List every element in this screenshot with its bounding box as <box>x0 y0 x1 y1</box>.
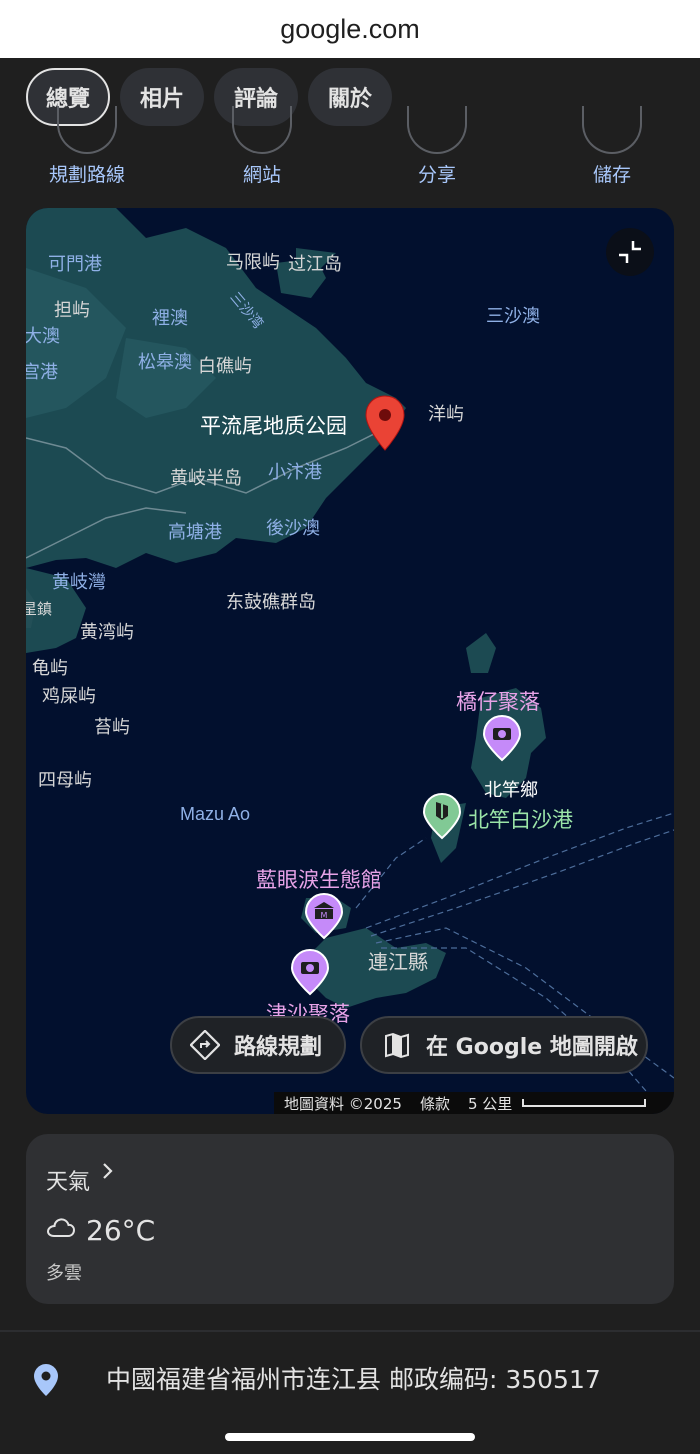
directions-button-label: 路線規劃 <box>234 1035 323 1060</box>
poi-label[interactable]: 北竿白沙港 <box>468 804 573 834</box>
map-scale-bar <box>522 1099 647 1107</box>
map-label: 宫港 <box>26 362 58 383</box>
map-label: 大澳 <box>26 326 60 347</box>
map-label: 後沙澳 <box>266 518 320 539</box>
map-label: 三沙澳 <box>486 306 540 327</box>
address-row[interactable]: 中國福建省福州市连江县 邮政编码: 350517 <box>0 1332 700 1418</box>
collapse-map-button[interactable] <box>606 228 654 276</box>
directions-action-button[interactable]: 規劃路線 <box>22 106 152 194</box>
location-pin-icon <box>32 1362 60 1402</box>
action-label: 分享 <box>417 164 456 186</box>
map-attribution: 地圖資料 ©2025 條款 5 公里 <box>274 1092 674 1114</box>
map-label: 連江縣 <box>368 950 428 974</box>
directions-button[interactable]: 路線規劃 <box>170 1016 346 1074</box>
tab-photos[interactable]: 相片 <box>120 68 205 126</box>
directions-icon <box>190 1030 220 1060</box>
map-base-layer <box>26 208 674 1114</box>
harbor-poi-icon[interactable] <box>422 792 462 840</box>
map-label: 四母屿 <box>38 770 92 791</box>
map-label: 星鎮 <box>26 600 53 618</box>
home-indicator[interactable] <box>225 1433 475 1441</box>
action-circle <box>232 106 292 154</box>
map-label: 北竿鄉 <box>484 780 538 801</box>
map-label: 担屿 <box>54 300 90 321</box>
red-pin-icon[interactable] <box>364 394 406 452</box>
address-text: 中國福建省福州市连江县 邮政编码: 350517 <box>106 1365 601 1394</box>
map-label: 东鼓礁群岛 <box>226 592 316 613</box>
weather-title: 天氣 <box>46 1170 91 1195</box>
weather-temperature-row: 26°C <box>46 1214 155 1247</box>
poi-label[interactable]: 橋仔聚落 <box>456 686 540 716</box>
url-text: google.com <box>280 13 420 44</box>
map-view[interactable]: 可門港 马限屿 过江岛 担屿 裡澳 三沙澳 大澳 三沙湾 宫港 松皋澳 白礁屿 … <box>26 208 674 1114</box>
map-label: 黄岐半岛 <box>170 468 242 489</box>
map-label: 白礁屿 <box>198 356 252 377</box>
action-label: 儲存 <box>592 164 631 186</box>
map-scale-label: 5 公里 <box>467 1094 513 1113</box>
chevron-right-icon <box>100 1160 116 1188</box>
share-action-button[interactable]: 分享 <box>372 106 502 194</box>
photo-poi-icon[interactable] <box>290 948 330 996</box>
weather-card[interactable]: 天氣 26°C 多雲 <box>26 1134 674 1304</box>
map-label: 小汴港 <box>268 462 322 483</box>
map-label: 可門港 <box>48 254 102 275</box>
weather-temperature: 26°C <box>86 1214 156 1247</box>
museum-poi-icon[interactable]: M <box>304 892 344 940</box>
map-label: 黄岐灣 <box>52 572 106 593</box>
action-circle <box>407 106 467 154</box>
action-label: 網站 <box>242 164 281 186</box>
map-terms-link[interactable]: 條款 <box>420 1093 450 1114</box>
map-label: Mazu Ao <box>180 804 251 824</box>
open-in-maps-label: 在 Google 地圖開啟 <box>426 1035 638 1060</box>
browser-url-bar[interactable]: google.com <box>0 0 700 58</box>
tab-label: 關於 <box>328 87 373 112</box>
map-label: 过江岛 <box>288 254 342 275</box>
collapse-icon <box>619 241 641 263</box>
open-in-maps-button[interactable]: 在 Google 地圖開啟 <box>360 1016 648 1074</box>
map-label: 松皋澳 <box>138 352 192 373</box>
map-icon <box>382 1030 412 1060</box>
photo-poi-icon[interactable] <box>482 714 522 762</box>
map-label: 洋屿 <box>428 404 464 425</box>
map-label: 高塘港 <box>168 522 222 543</box>
cloud-icon <box>46 1214 76 1247</box>
map-label: 裡澳 <box>152 308 188 329</box>
action-circle <box>57 106 117 154</box>
map-data-credit: 地圖資料 ©2025 <box>284 1094 402 1113</box>
map-label: 鸡屎屿 <box>42 686 96 707</box>
website-action-button[interactable]: 網站 <box>197 106 327 194</box>
weather-condition: 多雲 <box>46 1263 82 1284</box>
action-label: 規劃路線 <box>48 164 125 186</box>
save-action-button[interactable]: 儲存 <box>547 106 677 194</box>
tab-label: 相片 <box>140 87 185 112</box>
map-label: 马限屿 <box>226 252 280 273</box>
place-label: 平流尾地质公园 <box>200 414 347 438</box>
map-label: 龟屿 <box>32 658 68 679</box>
map-label: 苔屿 <box>94 717 130 738</box>
map-label: 黄湾屿 <box>80 622 134 643</box>
svg-text:M: M <box>321 911 328 920</box>
tab-about[interactable]: 關於 <box>308 68 393 126</box>
poi-label[interactable]: 藍眼淚生態館 <box>256 864 382 894</box>
action-circle <box>582 106 642 154</box>
action-row: 規劃路線 網站 分享 儲存 <box>0 106 700 194</box>
